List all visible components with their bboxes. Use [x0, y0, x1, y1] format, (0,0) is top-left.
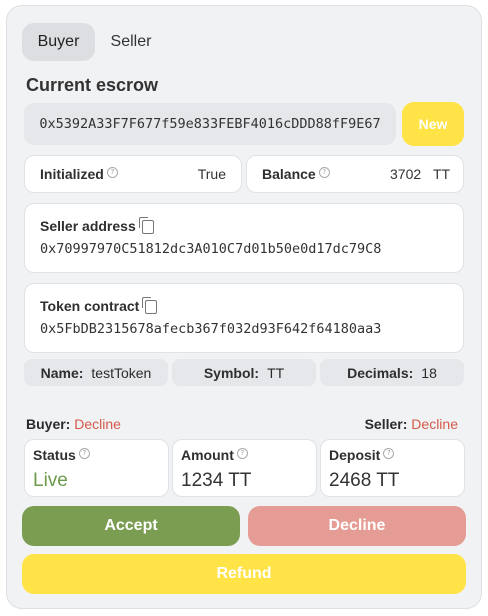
token-contract-card: Token contract 0x5FbDB2315678afecb367f03…: [24, 283, 464, 353]
info-icon[interactable]: ?: [236, 448, 248, 459]
token-symbol-value: TT: [267, 364, 285, 381]
buyer-vote-label: Buyer:: [26, 416, 71, 432]
token-symbol-pill: Symbol: TT: [172, 359, 316, 386]
decline-button[interactable]: Decline: [248, 506, 466, 546]
seller-address-label-text: Seller address: [40, 218, 136, 234]
token-decimals-pill: Decimals: 18: [320, 359, 464, 386]
token-contract-label-text: Token contract: [40, 298, 140, 314]
balance-amount: 3702: [390, 166, 422, 182]
buyer-vote: Buyer: Decline: [26, 416, 121, 432]
accept-button[interactable]: Accept: [22, 506, 240, 546]
amount-card: Amount? 1234 TT: [172, 439, 317, 497]
balance-label: Balance?: [262, 166, 330, 182]
token-name-value: testToken: [91, 364, 152, 381]
seller-address-label: Seller address: [40, 217, 154, 235]
seller-vote: Seller: Decline: [365, 416, 458, 432]
refund-button[interactable]: Refund: [22, 554, 466, 594]
amount-value: 1234 TT: [181, 470, 252, 491]
status-label-text: Status: [33, 447, 76, 463]
status-card: Status? Live: [24, 439, 169, 497]
info-icon[interactable]: ?: [318, 167, 330, 178]
new-escrow-button[interactable]: New: [402, 102, 464, 146]
info-icon[interactable]: ?: [78, 448, 90, 459]
token-name-pill: Name: testToken: [24, 359, 168, 386]
balance-card: Balance? 3702 TT: [246, 155, 464, 193]
deposit-card: Deposit? 2468 TT: [320, 439, 465, 497]
token-contract-label: Token contract: [40, 297, 158, 315]
deposit-value: 2468 TT: [329, 470, 400, 491]
initialized-card: Initialized? True: [24, 155, 242, 193]
status-value: Live: [33, 470, 68, 491]
tab-buyer[interactable]: Buyer: [22, 23, 95, 61]
seller-address-value: 0x70997970C51812dc3A010C7d01b50e0d17dc79…: [40, 241, 382, 257]
copy-icon[interactable]: [138, 217, 154, 235]
escrow-address-value: 0x5392A33F7F677f59e833FEBF4016cDDD88fF9E…: [39, 116, 381, 132]
balance-label-text: Balance: [262, 166, 316, 182]
token-contract-value: 0x5FbDB2315678afecb367f032d93F642f64180a…: [40, 321, 382, 337]
deposit-label: Deposit?: [329, 447, 395, 463]
token-decimals-value: 18: [421, 364, 437, 381]
token-name-label: Name:: [40, 364, 84, 381]
tab-seller[interactable]: Seller: [101, 23, 161, 61]
amount-label-text: Amount: [181, 447, 234, 463]
seller-vote-value: Decline: [411, 416, 458, 432]
status-label: Status?: [33, 447, 90, 463]
copy-icon[interactable]: [142, 297, 158, 315]
token-symbol-label: Symbol:: [203, 364, 260, 381]
initialized-value: True: [197, 166, 226, 182]
deposit-label-text: Deposit: [329, 447, 381, 463]
initialized-label-text: Initialized: [40, 166, 104, 182]
seller-vote-label: Seller:: [364, 416, 408, 432]
info-icon[interactable]: ?: [106, 167, 118, 178]
buyer-vote-value: Decline: [74, 416, 121, 432]
seller-address-card: Seller address 0x70997970C51812dc3A010C7…: [24, 203, 464, 273]
token-decimals-label: Decimals:: [347, 364, 414, 381]
amount-label: Amount?: [181, 447, 248, 463]
current-escrow-title: Current escrow: [26, 75, 159, 95]
initialized-label: Initialized?: [40, 166, 118, 182]
info-icon[interactable]: ?: [383, 448, 395, 459]
balance-unit: TT: [433, 166, 451, 182]
escrow-address-field[interactable]: 0x5392A33F7F677f59e833FEBF4016cDDD88fF9E…: [24, 103, 396, 145]
